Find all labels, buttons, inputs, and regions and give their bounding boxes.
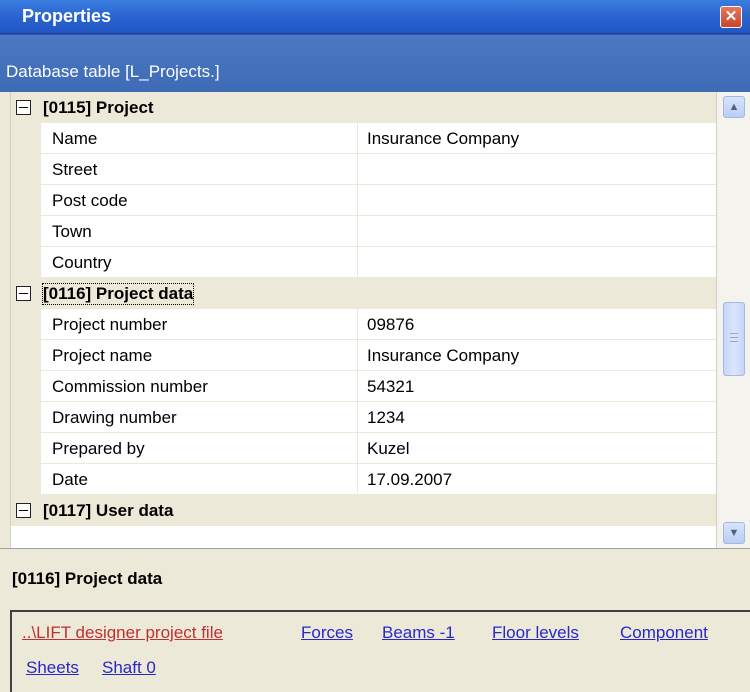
vertical-scrollbar[interactable]: ▲ ▼ xyxy=(716,92,750,548)
description-title: [0116] Project data xyxy=(12,569,163,588)
property-name: Date xyxy=(52,470,88,489)
property-name: Country xyxy=(52,253,112,272)
property-name: Project name xyxy=(52,346,153,365)
floor-levels-link[interactable]: Floor levels xyxy=(492,623,579,643)
property-row[interactable]: Project number 09876 xyxy=(11,309,716,340)
property-value[interactable]: 09876 xyxy=(367,315,414,335)
collapse-icon[interactable] xyxy=(16,100,31,115)
property-name: Commission number xyxy=(52,377,208,396)
property-value[interactable]: 54321 xyxy=(367,377,414,397)
property-value[interactable]: Kuzel xyxy=(367,439,410,459)
property-name: Prepared by xyxy=(52,439,145,458)
property-name: Street xyxy=(52,160,98,179)
property-value[interactable]: 17.09.2007 xyxy=(367,470,452,490)
property-grid: [0115] Project Name Insurance Company St… xyxy=(10,92,716,548)
navigation-links: ..\LIFT designer project file Forces Bea… xyxy=(10,610,750,692)
property-name: Name xyxy=(52,129,98,148)
property-row[interactable]: Post code xyxy=(11,185,716,216)
property-value[interactable]: 1234 xyxy=(367,408,405,428)
scroll-thumb[interactable] xyxy=(723,302,745,376)
window-title: Properties xyxy=(22,6,112,26)
object-subtitle: Database table [L_Projects.] xyxy=(6,62,220,81)
shaft-link[interactable]: Shaft 0 xyxy=(102,658,156,678)
scroll-up-icon[interactable]: ▲ xyxy=(723,96,745,118)
title-bar: Properties ✕ xyxy=(0,0,750,34)
property-row[interactable]: Date 17.09.2007 xyxy=(11,464,716,495)
property-row[interactable]: Name Insurance Company xyxy=(11,123,716,154)
collapse-icon[interactable] xyxy=(16,503,31,518)
project-file-link[interactable]: ..\LIFT designer project file xyxy=(22,623,223,643)
category-row-project[interactable]: [0115] Project xyxy=(11,92,716,123)
category-row-project-data[interactable]: [0116] Project data xyxy=(11,278,716,309)
property-name: Project number xyxy=(52,315,168,334)
sheets-link[interactable]: Sheets xyxy=(26,658,79,678)
category-label: [0115] Project xyxy=(43,98,154,117)
forces-link[interactable]: Forces xyxy=(301,623,353,643)
property-row[interactable]: Project name Insurance Company xyxy=(11,340,716,371)
property-name: Town xyxy=(52,222,92,241)
beams-link[interactable]: Beams -1 xyxy=(382,623,455,643)
scroll-down-icon[interactable]: ▼ xyxy=(723,522,745,544)
description-panel: [0116] Project data xyxy=(0,548,750,608)
property-row[interactable]: Town xyxy=(11,216,716,247)
property-row[interactable]: Country xyxy=(11,247,716,278)
property-name: Post code xyxy=(52,191,128,210)
property-row[interactable]: Prepared by Kuzel xyxy=(11,433,716,464)
close-icon[interactable]: ✕ xyxy=(720,6,742,28)
category-label: [0117] User data xyxy=(43,501,174,520)
component-link[interactable]: Component xyxy=(620,623,708,643)
property-value[interactable]: Insurance Company xyxy=(367,346,519,366)
property-name: Drawing number xyxy=(52,408,177,427)
property-value[interactable]: Insurance Company xyxy=(367,129,519,149)
collapse-icon[interactable] xyxy=(16,286,31,301)
object-header: Database table [L_Projects.] xyxy=(0,34,750,92)
property-row[interactable]: Commission number 54321 xyxy=(11,371,716,402)
category-label: [0116] Project data xyxy=(41,283,195,305)
category-row-user-data[interactable]: [0117] User data xyxy=(11,495,716,526)
property-row[interactable]: Drawing number 1234 xyxy=(11,402,716,433)
property-row[interactable]: Street xyxy=(11,154,716,185)
